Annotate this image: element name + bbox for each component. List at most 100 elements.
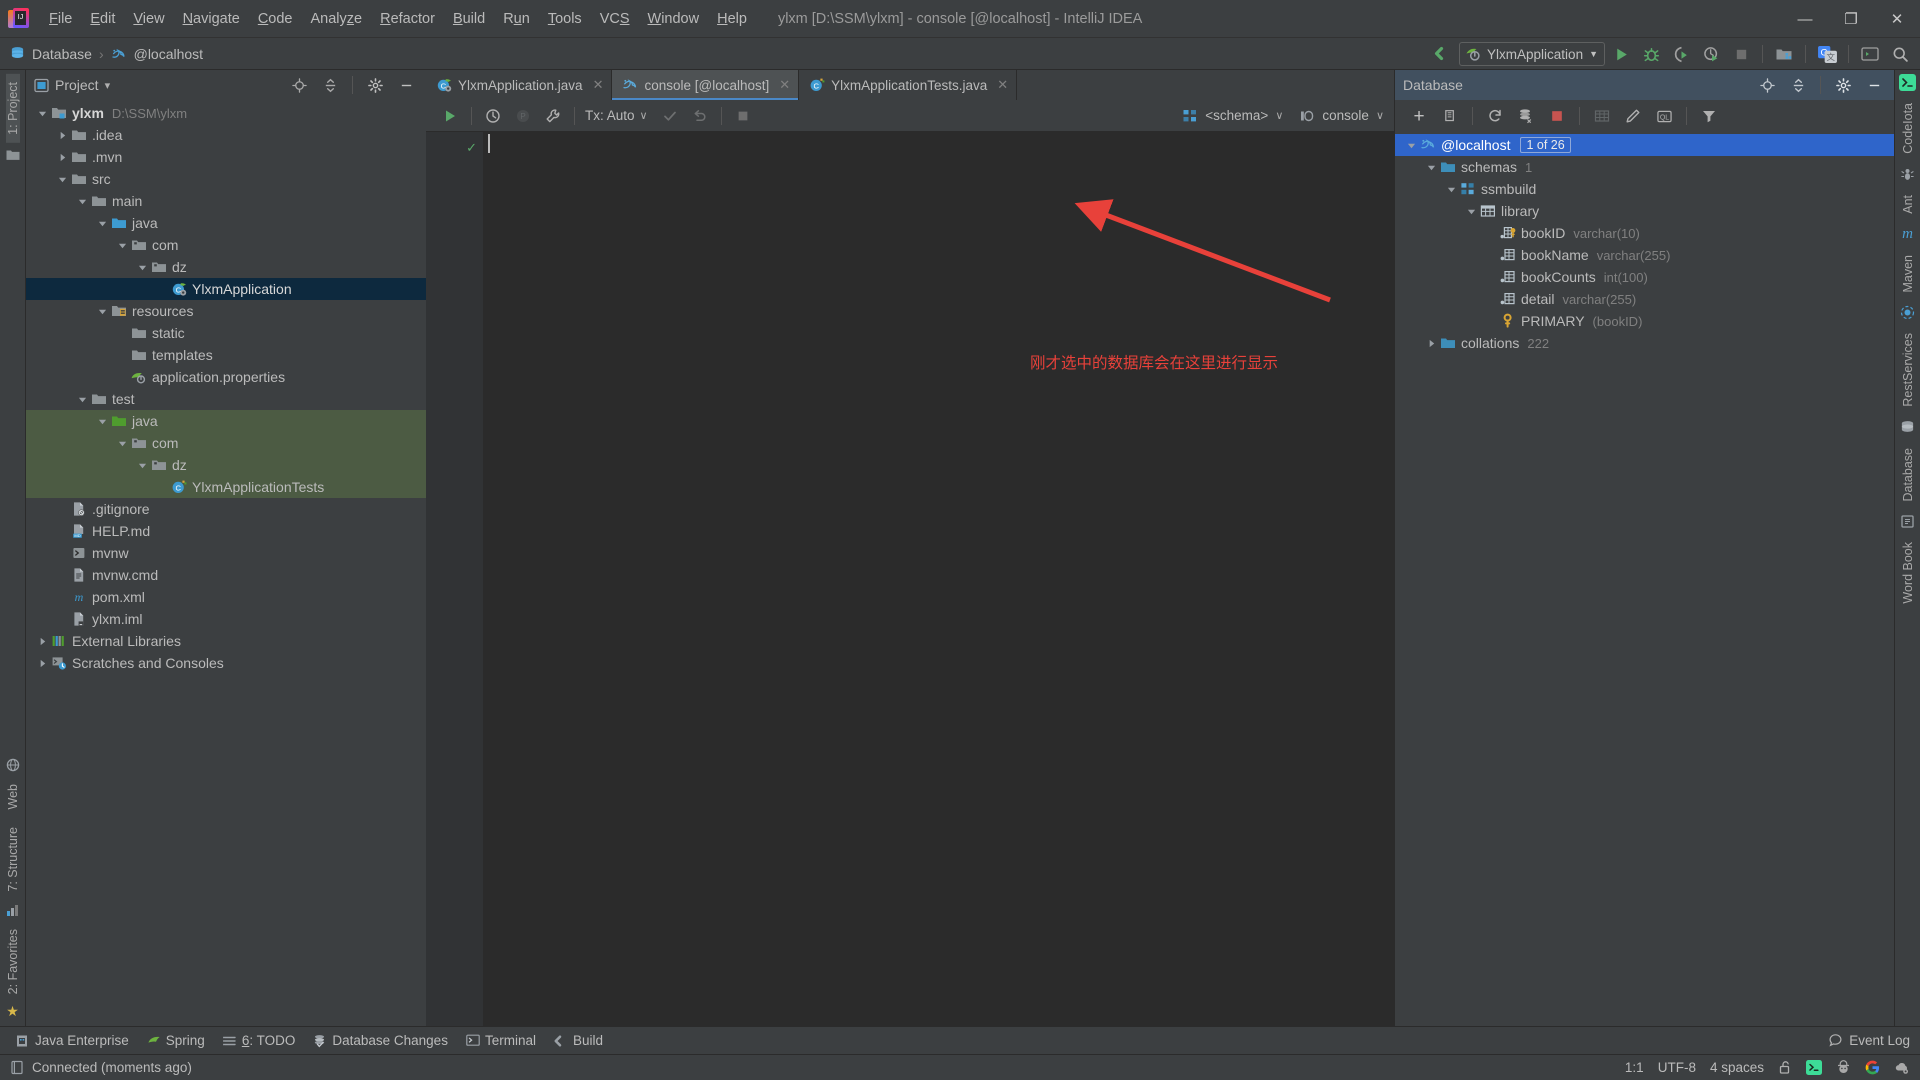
- chevron-down-icon[interactable]: [114, 439, 130, 448]
- menu-help[interactable]: Help: [708, 7, 756, 31]
- project-tree-node--mvn[interactable]: .mvn: [26, 146, 426, 168]
- database-tree-node-ssmbuild[interactable]: ssmbuild: [1395, 178, 1894, 200]
- schema-chevron-down-icon[interactable]: ∨: [1275, 109, 1283, 122]
- rail-item-favorites[interactable]: 2: Favorites: [6, 921, 20, 1002]
- lock-open-icon[interactable]: [1778, 1060, 1792, 1075]
- rail-item-project[interactable]: 1: Project: [5, 74, 20, 143]
- menu-bar[interactable]: File Edit View Navigate Code Analyze Ref…: [40, 0, 756, 37]
- rail-item-maven[interactable]: Maven: [1901, 247, 1915, 301]
- project-tree-node-test[interactable]: test: [26, 388, 426, 410]
- project-tree-node--gitignore[interactable]: .gitignore: [26, 498, 426, 520]
- stop-icon[interactable]: [1543, 103, 1571, 129]
- chevron-right-icon[interactable]: [1423, 339, 1439, 348]
- chevron-down-icon[interactable]: [1463, 207, 1479, 216]
- rail-item-web[interactable]: Web: [6, 776, 20, 817]
- project-tree-node-ylxmapplicationtests[interactable]: C YlxmApplicationTests: [26, 476, 426, 498]
- project-tree-node-mvnw[interactable]: mvnw: [26, 542, 426, 564]
- word-book-icon[interactable]: [1900, 514, 1915, 529]
- menu-tools[interactable]: Tools: [539, 7, 591, 31]
- chevron-down-icon[interactable]: [1403, 141, 1419, 150]
- translate-icon[interactable]: G文: [1813, 41, 1841, 67]
- menu-analyze[interactable]: Analyze: [302, 7, 372, 31]
- chevron-down-icon[interactable]: [1423, 163, 1439, 172]
- collapse-all-icon[interactable]: [1784, 72, 1812, 98]
- status-message[interactable]: Connected (moments ago): [32, 1060, 192, 1075]
- profile-icon[interactable]: [1697, 41, 1725, 67]
- menu-navigate[interactable]: Navigate: [174, 7, 249, 31]
- stop-icon[interactable]: [729, 103, 757, 129]
- project-tree-node--idea[interactable]: .idea: [26, 124, 426, 146]
- project-tree-node-pom-xml[interactable]: m pom.xml: [26, 586, 426, 608]
- maximize-button[interactable]: ❐: [1828, 0, 1874, 38]
- console-text-area[interactable]: [484, 132, 1394, 1026]
- project-structure-icon[interactable]: [1770, 41, 1798, 67]
- rest-services-icon[interactable]: [1900, 305, 1915, 320]
- run-icon[interactable]: [1607, 41, 1635, 67]
- filter-icon[interactable]: [1695, 103, 1723, 129]
- menu-edit[interactable]: Edit: [81, 7, 124, 31]
- run-configuration-selector[interactable]: YlxmApplication ▼: [1459, 42, 1605, 66]
- chevron-down-icon[interactable]: [74, 395, 90, 404]
- settings-icon[interactable]: [1829, 72, 1857, 98]
- database-icon[interactable]: [1900, 420, 1915, 435]
- chevron-down-icon[interactable]: [134, 263, 150, 272]
- project-tree-node-ylxmapplication[interactable]: C YlxmApplication: [26, 278, 426, 300]
- collapse-all-icon[interactable]: [316, 72, 344, 98]
- history-icon[interactable]: [479, 103, 507, 129]
- indent-setting[interactable]: 4 spaces: [1710, 1060, 1764, 1075]
- project-tree-node-resources[interactable]: resources: [26, 300, 426, 322]
- project-tree-node-external-libraries[interactable]: External Libraries: [26, 630, 426, 652]
- project-tree-node-dz[interactable]: dz: [26, 454, 426, 476]
- google-icon[interactable]: [1865, 1060, 1880, 1075]
- hide-icon[interactable]: [1860, 72, 1888, 98]
- chevron-right-icon[interactable]: [54, 131, 70, 140]
- bottom-item-java-enterprise[interactable]: Java Enterprise: [8, 1031, 137, 1050]
- terminal-status-icon[interactable]: [1806, 1060, 1822, 1075]
- project-tree-node-src[interactable]: src: [26, 168, 426, 190]
- menu-view[interactable]: View: [124, 7, 173, 31]
- chevron-right-icon[interactable]: [54, 153, 70, 162]
- settings-icon[interactable]: [361, 72, 389, 98]
- close-button[interactable]: ✕: [1874, 0, 1920, 38]
- editor-tab-console-localhost-[interactable]: console [@localhost] ✕: [612, 70, 800, 100]
- query-console-icon[interactable]: QL: [1650, 103, 1678, 129]
- database-tree-node-library[interactable]: library: [1395, 200, 1894, 222]
- chevron-down-icon[interactable]: [94, 307, 110, 316]
- project-tree-node-java[interactable]: java: [26, 212, 426, 234]
- add-icon[interactable]: +: [1405, 103, 1433, 129]
- inspector-icon[interactable]: [1836, 1060, 1851, 1075]
- tx-chevron-down-icon[interactable]: ∨: [640, 109, 654, 122]
- vcs-update-icon[interactable]: [1429, 41, 1457, 67]
- execute-icon[interactable]: [436, 103, 464, 129]
- maven-icon[interactable]: m: [1902, 226, 1913, 242]
- menu-window[interactable]: Window: [639, 7, 709, 31]
- menu-vcs[interactable]: VCS: [591, 7, 639, 31]
- database-tree-node-bookname[interactable]: bookName varchar(255): [1395, 244, 1894, 266]
- chevron-down-icon[interactable]: [34, 109, 50, 118]
- chevron-down-icon[interactable]: [94, 417, 110, 426]
- editor-tab-ylxmapplication-java[interactable]: C YlxmApplication.java ✕: [426, 70, 613, 100]
- bottom-item-spring[interactable]: Spring: [139, 1031, 213, 1050]
- chevron-right-icon[interactable]: [34, 637, 50, 646]
- menu-build[interactable]: Build: [444, 7, 494, 31]
- project-tree-node-scratches-and-consoles[interactable]: Scratches and Consoles: [26, 652, 426, 674]
- tx-mode-label[interactable]: Tx: Auto: [582, 108, 638, 123]
- database-tree-node-bookcounts[interactable]: bookCounts int(100): [1395, 266, 1894, 288]
- duplicate-icon[interactable]: [1436, 103, 1464, 129]
- hide-icon[interactable]: [392, 72, 420, 98]
- menu-run[interactable]: Run: [494, 7, 539, 31]
- menu-file[interactable]: File: [40, 7, 81, 31]
- chevron-down-icon[interactable]: [114, 241, 130, 250]
- session-chevron-down-icon[interactable]: ∨: [1376, 109, 1384, 122]
- database-tree-node-bookid[interactable]: bookID varchar(10): [1395, 222, 1894, 244]
- menu-code[interactable]: Code: [249, 7, 302, 31]
- project-tree-node-ylxm-iml[interactable]: ylxm.iml: [26, 608, 426, 630]
- chevron-down-icon[interactable]: [54, 175, 70, 184]
- database-tree-node-primary[interactable]: PRIMARY (bookID): [1395, 310, 1894, 332]
- project-tree[interactable]: ylxm D:\SSM\ylxm .idea .mvn src main java com dz…: [26, 100, 426, 1026]
- project-tree-node-com[interactable]: com: [26, 234, 426, 256]
- chevron-right-icon[interactable]: [34, 659, 50, 668]
- project-tree-node-java[interactable]: java: [26, 410, 426, 432]
- chevron-down-icon[interactable]: [74, 197, 90, 206]
- terminal-icon[interactable]: [1856, 41, 1884, 67]
